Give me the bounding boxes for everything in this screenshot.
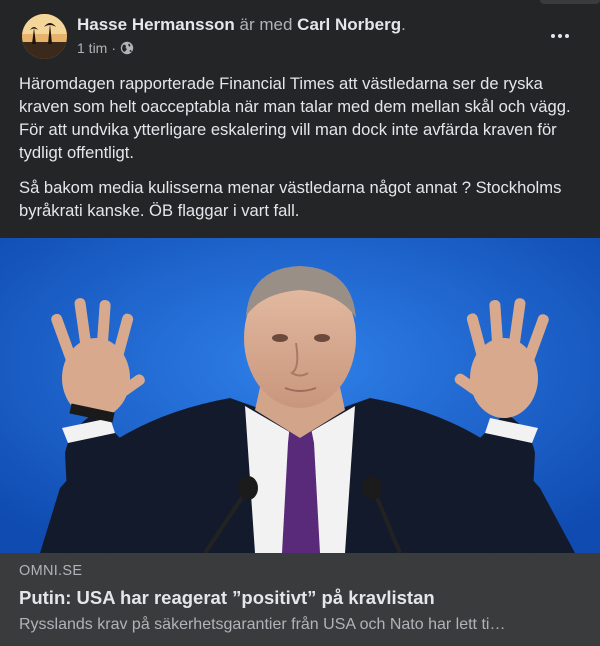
facebook-post: Hasse Hermansson är med Carl Norberg. 1 … — [0, 0, 600, 646]
link-domain: OMNI.SE — [19, 563, 83, 579]
link-preview-image[interactable] — [0, 238, 600, 553]
tagged-name[interactable]: Carl Norberg — [297, 15, 401, 34]
more-options-icon[interactable] — [545, 23, 575, 49]
link-description: Rysslands krav på säkerhetsgarantier frå… — [19, 616, 506, 633]
link-preview-details[interactable]: OMNI.SE Putin: USA har reagerat ”positiv… — [0, 553, 600, 646]
dot — [558, 34, 562, 38]
period: . — [401, 15, 406, 34]
post-meta: 1 tim · — [77, 40, 134, 56]
post-author-line: Hasse Hermansson är med Carl Norberg. — [77, 14, 406, 36]
meta-separator: · — [111, 40, 117, 56]
link-title[interactable]: Putin: USA har reagerat ”positivt” på kr… — [19, 587, 435, 609]
with-text: är med — [234, 15, 298, 34]
author-avatar[interactable] — [22, 14, 67, 59]
post-header: Hasse Hermansson är med Carl Norberg. 1 … — [0, 0, 600, 70]
dot — [551, 34, 555, 38]
post-text: Häromdagen rapporterade Financial Times … — [19, 72, 584, 234]
post-paragraph: Häromdagen rapporterade Financial Times … — [19, 74, 571, 162]
post-paragraph: Så bakom media kulisserna menar västleda… — [19, 178, 562, 220]
globe-icon[interactable] — [120, 41, 134, 55]
post-time[interactable]: 1 tim — [77, 40, 107, 56]
author-name[interactable]: Hasse Hermansson — [77, 15, 235, 34]
dot — [565, 34, 569, 38]
